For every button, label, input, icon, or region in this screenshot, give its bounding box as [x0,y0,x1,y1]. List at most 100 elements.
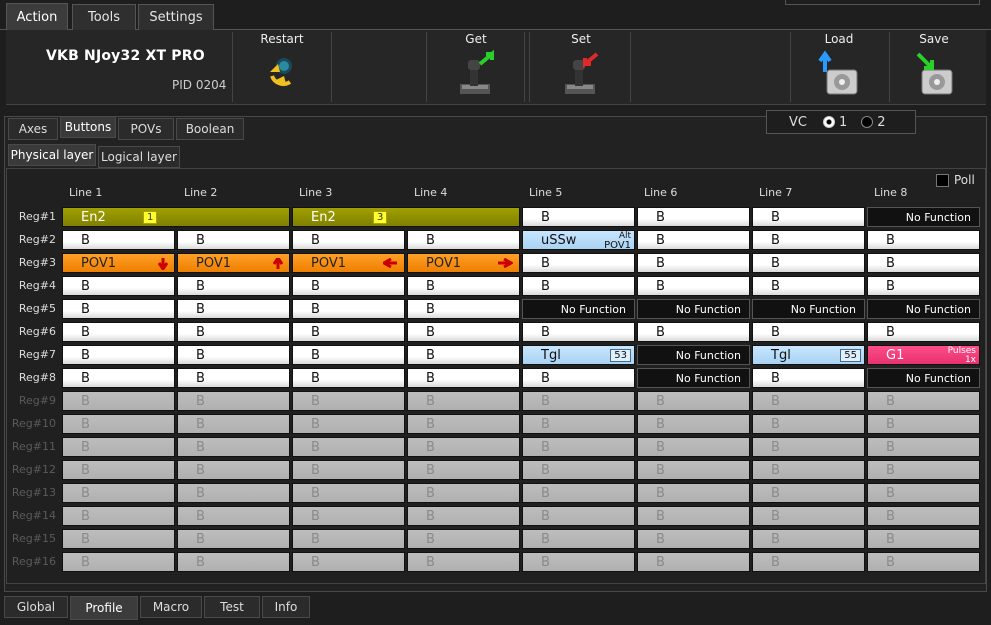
button-cell-r14-l5[interactable]: B [522,506,635,526]
button-cell-r6-l6[interactable]: B [637,322,750,342]
button-cell-r6-l4[interactable]: B [407,322,520,342]
button-cell-r10-l4[interactable]: B [407,414,520,434]
button-cell-r14-l7[interactable]: B [752,506,865,526]
button-cell-r10-l7[interactable]: B [752,414,865,434]
button-cell-r5-l6[interactable]: No Function [637,299,750,319]
button-cell-r10-l5[interactable]: B [522,414,635,434]
button-cell-r1-l1[interactable]: En2 1 [62,207,290,227]
button-cell-r10-l3[interactable]: B [292,414,405,434]
button-cell-r3-l6[interactable]: B [637,253,750,273]
button-cell-r5-l3[interactable]: B [292,299,405,319]
button-cell-r2-l6[interactable]: B [637,230,750,250]
tab-global[interactable]: Global [4,596,68,618]
button-cell-r6-l2[interactable]: B [177,322,290,342]
button-cell-r2-l4[interactable]: B [407,230,520,250]
button-cell-r7-l6[interactable]: No Function [637,345,750,365]
button-cell-r11-l8[interactable]: B [867,437,980,457]
button-cell-r12-l2[interactable]: B [177,460,290,480]
save-button[interactable]: Save [904,32,964,98]
button-cell-r4-l2[interactable]: B [177,276,290,296]
button-cell-r15-l8[interactable]: B [867,529,980,549]
button-cell-r7-l8[interactable]: G1 Pulses 1x [867,345,980,365]
button-cell-r12-l8[interactable]: B [867,460,980,480]
button-cell-r15-l5[interactable]: B [522,529,635,549]
button-cell-r8-l2[interactable]: B [177,368,290,388]
button-cell-r12-l4[interactable]: B [407,460,520,480]
get-button[interactable]: Get [446,32,506,98]
tab-logical-layer[interactable]: Logical layer [98,146,180,168]
button-cell-r3-l8[interactable]: B [867,253,980,273]
button-cell-r12-l6[interactable]: B [637,460,750,480]
vc-radio-1[interactable] [822,116,835,128]
tab-tools[interactable]: Tools [72,4,136,30]
button-cell-r11-l1[interactable]: B [62,437,175,457]
button-cell-r7-l3[interactable]: B [292,345,405,365]
poll-toggle[interactable]: Poll [936,173,975,187]
button-cell-r3-l7[interactable]: B [752,253,865,273]
button-cell-r14-l6[interactable]: B [637,506,750,526]
button-cell-r12-l1[interactable]: B [62,460,175,480]
button-cell-r15-l7[interactable]: B [752,529,865,549]
button-cell-r2-l2[interactable]: B [177,230,290,250]
button-cell-r13-l8[interactable]: B [867,483,980,503]
button-cell-r13-l7[interactable]: B [752,483,865,503]
button-cell-r16-l6[interactable]: B [637,552,750,572]
button-cell-r14-l1[interactable]: B [62,506,175,526]
button-cell-r15-l2[interactable]: B [177,529,290,549]
button-cell-r16-l7[interactable]: B [752,552,865,572]
button-cell-r7-l5[interactable]: Tgl 53 [522,345,635,365]
button-cell-r16-l5[interactable]: B [522,552,635,572]
button-cell-r3-l3[interactable]: POV1 [292,253,405,273]
button-cell-r7-l4[interactable]: B [407,345,520,365]
button-cell-r4-l6[interactable]: B [637,276,750,296]
restart-button[interactable]: Restart [252,32,312,90]
button-cell-r8-l5[interactable]: B [522,368,635,388]
tab-physical-layer[interactable]: Physical layer [8,144,96,166]
button-cell-r11-l5[interactable]: B [522,437,635,457]
button-cell-r6-l1[interactable]: B [62,322,175,342]
button-cell-r1-l7[interactable]: B [752,207,865,227]
tab-macro[interactable]: Macro [140,596,202,618]
tab-settings[interactable]: Settings [138,4,214,30]
button-cell-r13-l6[interactable]: B [637,483,750,503]
button-cell-r10-l1[interactable]: B [62,414,175,434]
button-cell-r7-l1[interactable]: B [62,345,175,365]
button-cell-r5-l4[interactable]: B [407,299,520,319]
button-cell-r9-l7[interactable]: B [752,391,865,411]
button-cell-r7-l7[interactable]: Tgl 55 [752,345,865,365]
button-cell-r13-l3[interactable]: B [292,483,405,503]
button-cell-r4-l5[interactable]: B [522,276,635,296]
button-cell-r10-l8[interactable]: B [867,414,980,434]
button-cell-r9-l3[interactable]: B [292,391,405,411]
button-cell-r3-l1[interactable]: POV1 [62,253,175,273]
button-cell-r8-l8[interactable]: No Function [867,368,980,388]
button-cell-r10-l2[interactable]: B [177,414,290,434]
button-cell-r15-l4[interactable]: B [407,529,520,549]
button-cell-r12-l5[interactable]: B [522,460,635,480]
button-cell-r8-l3[interactable]: B [292,368,405,388]
button-cell-r16-l1[interactable]: B [62,552,175,572]
vc-radio-2[interactable] [861,116,874,128]
button-cell-r5-l5[interactable]: No Function [522,299,635,319]
button-cell-r11-l2[interactable]: B [177,437,290,457]
button-cell-r16-l2[interactable]: B [177,552,290,572]
button-cell-r3-l2[interactable]: POV1 [177,253,290,273]
button-cell-r16-l4[interactable]: B [407,552,520,572]
button-cell-r8-l6[interactable]: No Function [637,368,750,388]
button-cell-r2-l3[interactable]: B [292,230,405,250]
button-cell-r14-l3[interactable]: B [292,506,405,526]
button-cell-r11-l3[interactable]: B [292,437,405,457]
button-cell-r11-l4[interactable]: B [407,437,520,457]
tab-buttons[interactable]: Buttons [60,116,116,138]
button-cell-r16-l8[interactable]: B [867,552,980,572]
button-cell-r8-l1[interactable]: B [62,368,175,388]
button-cell-r4-l1[interactable]: B [62,276,175,296]
button-cell-r4-l7[interactable]: B [752,276,865,296]
button-cell-r7-l2[interactable]: B [177,345,290,365]
button-cell-r9-l8[interactable]: B [867,391,980,411]
button-cell-r13-l5[interactable]: B [522,483,635,503]
load-button[interactable]: Load [809,32,869,98]
button-cell-r6-l5[interactable]: B [522,322,635,342]
button-cell-r6-l8[interactable]: B [867,322,980,342]
button-cell-r13-l2[interactable]: B [177,483,290,503]
